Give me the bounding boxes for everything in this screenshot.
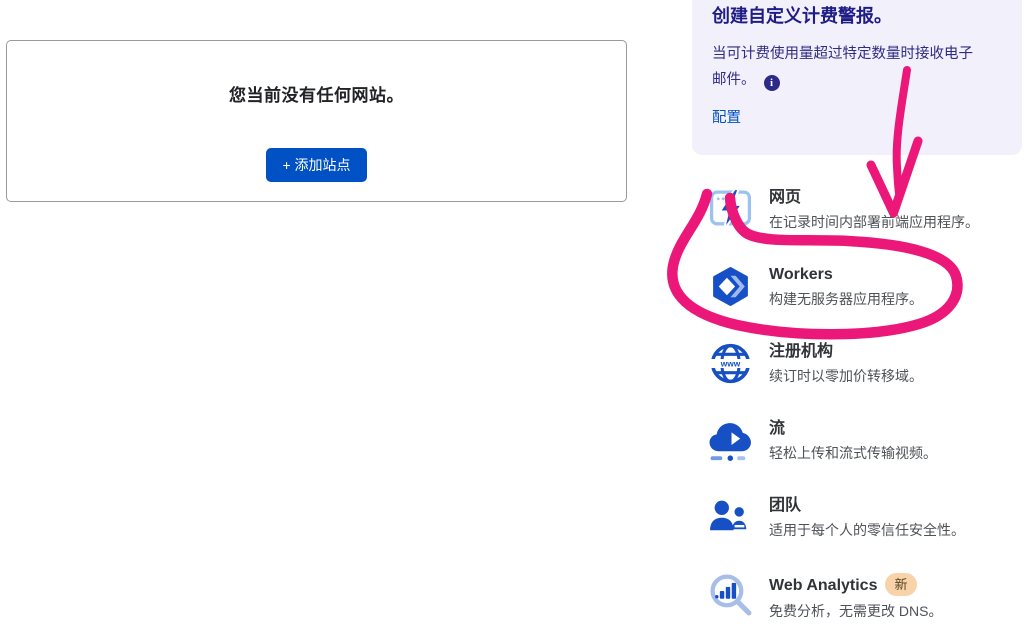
product-text: 团队 适用于每个人的零信任安全性。 [769, 495, 965, 541]
product-description: 续订时以零加价转移域。 [769, 366, 923, 386]
product-title: 流 [769, 419, 937, 438]
product-text: 注册机构 续订时以零加价转移域。 [769, 341, 923, 387]
no-websites-card: 您当前没有任何网站。 + 添加站点 [6, 40, 627, 202]
product-title: Workers [769, 265, 923, 284]
billing-alert-body-text: 当可计费使用量超过特定数量时接收电子邮件。 [712, 46, 973, 88]
svg-text:www: www [720, 358, 741, 368]
cloud-play-icon [708, 418, 753, 463]
product-text: 流 轻松上传和流式传输视频。 [769, 418, 937, 464]
billing-alert-body: 当可计费使用量超过特定数量时接收电子邮件。i [712, 41, 974, 93]
pages-lightning-icon [708, 187, 753, 232]
billing-alert-panel: 创建自定义计费警报。 当可计费使用量超过特定数量时接收电子邮件。i 配置 [692, 0, 1022, 155]
billing-alert-title: 创建自定义计费警报。 [712, 2, 1002, 28]
product-text: 网页 在记录时间内部署前端应用程序。 [769, 187, 979, 233]
no-websites-heading: 您当前没有任何网站。 [7, 81, 626, 106]
workers-icon [708, 264, 753, 309]
product-item-teams[interactable]: 团队 适用于每个人的零信任安全性。 [708, 495, 1028, 541]
product-description: 轻松上传和流式传输视频。 [769, 443, 937, 463]
add-site-button[interactable]: + 添加站点 [266, 148, 366, 182]
analytics-magnifier-icon [708, 572, 753, 617]
product-list: 网页 在记录时间内部署前端应用程序。 Workers 构建无服务器应用程序。 [708, 187, 1028, 634]
people-icon [708, 495, 753, 540]
product-title: Web Analytics 新 [769, 573, 942, 596]
product-title: 注册机构 [769, 342, 923, 361]
info-icon[interactable]: i [764, 75, 780, 91]
product-title: 团队 [769, 496, 965, 515]
globe-www-icon: www [708, 341, 753, 386]
product-description: 构建无服务器应用程序。 [769, 289, 923, 309]
product-item-web-analytics[interactable]: Web Analytics 新 免费分析，无需更改 DNS。 [708, 572, 1028, 618]
configure-link[interactable]: 配置 [712, 106, 741, 127]
product-description: 在记录时间内部署前端应用程序。 [769, 212, 979, 232]
product-title: 网页 [769, 188, 979, 207]
product-item-stream[interactable]: 流 轻松上传和流式传输视频。 [708, 418, 1028, 464]
product-description: 适用于每个人的零信任安全性。 [769, 520, 965, 540]
product-item-pages[interactable]: 网页 在记录时间内部署前端应用程序。 [708, 187, 1028, 233]
product-item-registrar[interactable]: www 注册机构 续订时以零加价转移域。 [708, 341, 1028, 387]
product-text: Web Analytics 新 免费分析，无需更改 DNS。 [769, 572, 942, 618]
new-badge: 新 [885, 573, 916, 596]
product-item-workers[interactable]: Workers 构建无服务器应用程序。 [708, 264, 1028, 310]
product-title-text: Web Analytics [769, 577, 877, 594]
product-text: Workers 构建无服务器应用程序。 [769, 264, 923, 310]
product-description: 免费分析，无需更改 DNS。 [769, 601, 942, 621]
